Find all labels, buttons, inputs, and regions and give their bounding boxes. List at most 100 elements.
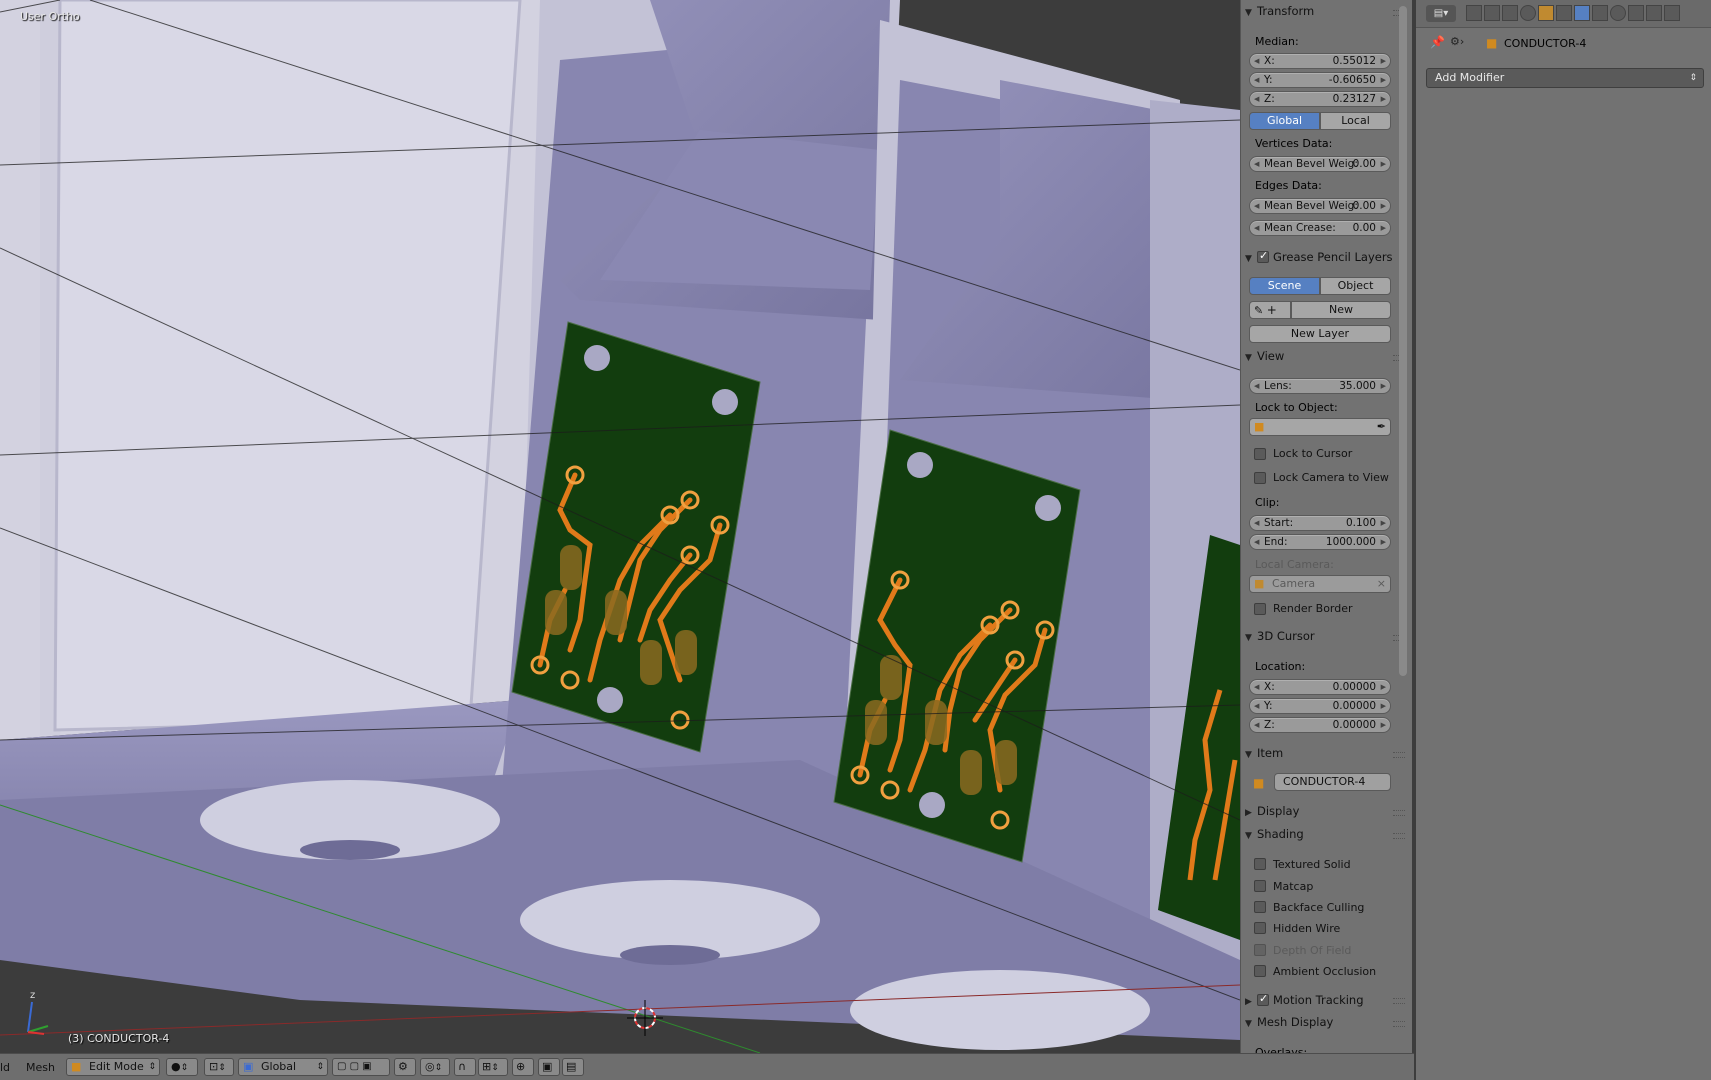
lens-field[interactable]: ◀ Lens: 35.000 ▶ [1249,378,1391,394]
properties-editor: ▤▾ 📌 ⚙› ■ CONDUCTOR-4 Add Modifier ⇕ [1414,0,1711,1080]
drag-grip-icon[interactable] [1393,752,1405,758]
lock-camera-checkbox[interactable] [1254,472,1266,484]
clip-start-field[interactable]: ◀ Start: 0.100 ▶ [1249,515,1391,531]
median-x-field[interactable]: ◀ X: 0.55012 ▶ [1249,53,1391,69]
opengl-anim-button[interactable]: ▤ [562,1058,584,1076]
ambient-occlusion-checkbox[interactable] [1254,965,1266,977]
pencil-datablock-picker[interactable]: ✎ + [1249,301,1291,319]
new-grease-pencil-button[interactable]: New [1291,301,1391,319]
render-border-checkbox[interactable] [1254,603,1266,615]
viewport-shading-dropdown[interactable]: ●⇕ [166,1058,198,1076]
proportional-edit-dropdown[interactable]: ◎⇕ [420,1058,450,1076]
mesh-display-title: Mesh Display [1257,1015,1334,1029]
scene-toggle[interactable]: Scene [1249,277,1320,295]
vertex-bevel-weight-field[interactable]: ◀ Mean Bevel Weig: 0.00 ▶ [1249,156,1391,172]
panel-header-item[interactable]: ▼ Item [1245,746,1405,768]
context-tabs [1466,5,1706,22]
edge-bevel-weight-field[interactable]: ◀ Mean Bevel Weig: 0.00 ▶ [1249,198,1391,214]
lock-to-cursor-checkbox[interactable] [1254,448,1266,460]
field-label: X: [1264,55,1275,67]
median-y-field[interactable]: ◀ Y: -0.60650 ▶ [1249,72,1391,88]
dropdown-arrows-icon: ⇕ [491,1063,499,1073]
field-label: Z: [1264,93,1275,105]
vertex-select-icon[interactable]: ▢ [337,1061,346,1072]
panel-header-shading[interactable]: ▼ Shading [1245,827,1405,849]
editor-type-menu[interactable]: ▤▾ [1426,5,1456,22]
data-icon[interactable] [1592,5,1608,21]
panel-header-motion-tracking[interactable]: ▶ Motion Tracking [1245,992,1405,1014]
edge-select-icon[interactable]: ▢ [350,1061,359,1072]
field-value: 35.000 [1339,380,1376,392]
drag-grip-icon[interactable] [1393,810,1405,816]
object-toggle[interactable]: Object [1320,277,1391,295]
textured-solid-checkbox[interactable] [1254,858,1266,870]
3d-viewport[interactable]: z User Ortho (3) CONDUCTOR-4 [0,0,1240,1053]
hidden-wire-checkbox[interactable] [1254,922,1266,934]
expand-down-icon: ▼ [1245,254,1252,264]
add-modifier-dropdown[interactable]: Add Modifier ⇕ [1426,68,1704,88]
physics-icon[interactable] [1664,5,1680,21]
snap-increment-icon: ⊞ [482,1060,492,1073]
snap-target-button[interactable]: ⊕ [512,1058,534,1076]
backface-culling-checkbox[interactable] [1254,901,1266,913]
texture-icon[interactable] [1628,5,1644,21]
world-icon[interactable] [1520,5,1536,21]
snap-element-dropdown[interactable]: ⊞⇕ [478,1058,508,1076]
clip-end-field[interactable]: ◀ End: 1000.000 ▶ [1249,534,1391,550]
eyedropper-icon[interactable]: ✒ [1377,419,1386,435]
drag-grip-icon[interactable] [1393,833,1405,839]
select-mode-group[interactable]: ▢ ▢ ▣ [332,1058,390,1076]
snap-toggle[interactable]: ∩ [454,1058,476,1076]
expand-right-icon: ▶ [1245,997,1252,1007]
local-toggle[interactable]: Local [1320,112,1391,130]
modifiers-wrench-icon[interactable] [1574,5,1590,21]
panel-header-transform[interactable]: ▼ Transform [1245,4,1405,26]
scene-icon[interactable] [1502,5,1518,21]
field-label: Y: [1264,74,1273,86]
vertices-data-label: Vertices Data: [1255,137,1333,150]
drag-grip-icon[interactable] [1393,1021,1405,1027]
panel-header-grease-pencil[interactable]: ▼ Grease Pencil Layers [1245,249,1405,271]
face-select-icon[interactable]: ▣ [362,1061,371,1072]
grease-pencil-checkbox[interactable] [1257,249,1269,263]
object-name-field[interactable]: CONDUCTOR-4 [1274,773,1391,791]
panel-header-3d-cursor[interactable]: ▼ 3D Cursor [1245,629,1405,651]
drag-grip-icon[interactable] [1393,998,1405,1004]
depth-of-field-checkbox[interactable] [1254,944,1266,956]
field-label: Z: [1264,719,1275,731]
render-layers-icon[interactable] [1484,5,1500,21]
median-z-field[interactable]: ◀ Z: 0.23127 ▶ [1249,91,1391,107]
material-icon[interactable] [1610,5,1626,21]
mean-crease-field[interactable]: ◀ Mean Crease: 0.00 ▶ [1249,220,1391,236]
lock-object-picker[interactable]: ■ ✒ [1249,418,1391,436]
mesh-menu[interactable]: Mesh [26,1061,55,1074]
pin-icon[interactable]: 📌 [1430,35,1445,49]
field-label: End: [1264,536,1288,548]
pivot-dropdown[interactable]: ⊡⇕ [204,1058,234,1076]
matcap-checkbox[interactable] [1254,880,1266,892]
cube-icon: ■ [1254,420,1265,433]
panel-header-display[interactable]: ▶ Display [1245,804,1405,826]
view-menu[interactable]: ld [0,1061,10,1074]
orientation-dropdown[interactable]: ▣ Global ⇕ [238,1058,328,1076]
npanel-scrollbar[interactable] [1399,6,1407,676]
panel-header-view[interactable]: ▼ View [1245,349,1405,371]
local-camera-picker[interactable]: ■ Camera × [1249,575,1391,593]
opengl-render-button[interactable]: ▣ [538,1058,560,1076]
limit-selection-button[interactable]: ⚙ [394,1058,416,1076]
cursor-x-field[interactable]: ◀ X: 0.00000 ▶ [1249,679,1391,695]
object-icon[interactable] [1538,5,1554,21]
render-icon[interactable] [1466,5,1482,21]
cursor-z-field[interactable]: ◀ Z: 0.00000 ▶ [1249,717,1391,733]
pencil-icon: ✎ [1254,304,1264,317]
constraints-icon[interactable] [1556,5,1572,21]
motion-tracking-checkbox[interactable] [1257,992,1269,1006]
cursor-y-field[interactable]: ◀ Y: 0.00000 ▶ [1249,698,1391,714]
cube-icon: ■ [1253,776,1265,790]
global-toggle[interactable]: Global [1249,112,1320,130]
new-layer-button[interactable]: New Layer [1249,325,1391,343]
panel-header-mesh-display[interactable]: ▼ Mesh Display [1245,1015,1405,1037]
mode-dropdown[interactable]: ■ Edit Mode ⇕ [66,1058,160,1076]
clear-icon[interactable]: × [1377,576,1386,592]
particles-icon[interactable] [1646,5,1662,21]
